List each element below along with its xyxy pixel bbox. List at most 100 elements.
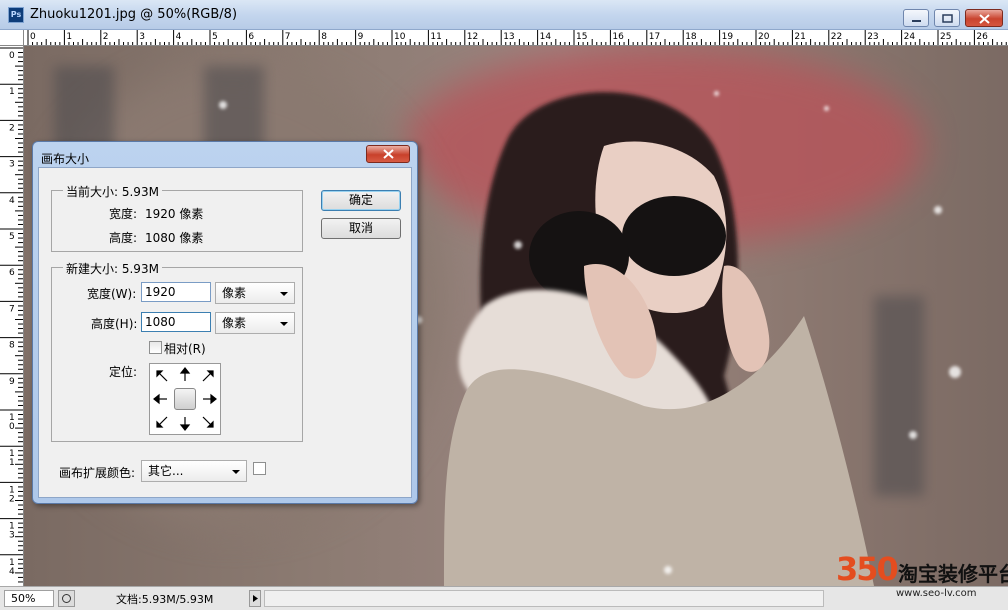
ruler-tick-label: 7 — [9, 304, 15, 314]
extension-color-swatch[interactable] — [253, 462, 266, 475]
ruler-tick-label: 25 — [940, 32, 951, 42]
ruler-tick-label: 7 — [285, 32, 291, 42]
canvas-size-dialog[interactable]: 画布大小 当前大小: 5.93M 宽度: 1920 像素 高度: 1080 像素… — [32, 141, 418, 504]
snowflake — [714, 91, 719, 96]
close-icon — [383, 149, 394, 159]
ruler-tick-label: 18 — [685, 32, 697, 42]
ruler-origin[interactable] — [0, 30, 24, 46]
restore-icon — [942, 14, 953, 23]
ruler-tick-label: 12 — [467, 32, 478, 42]
chevron-down-icon — [280, 322, 288, 326]
width-input[interactable]: 1920 — [141, 282, 211, 302]
ruler-tick-label: 15 — [576, 32, 587, 42]
ruler-tick-label: 14 — [540, 32, 552, 42]
new-size-legend: 新建大小: 5.93M — [63, 260, 162, 277]
restore-button[interactable] — [934, 9, 960, 27]
ruler-tick-label: 4 — [176, 32, 182, 42]
ruler-tick-label: 24 — [904, 32, 916, 42]
vertical-ruler[interactable]: 01234567891011121314 — [0, 30, 24, 586]
relative-checkbox[interactable] — [149, 341, 162, 354]
ruler-tick-label: 9 — [358, 32, 364, 42]
window-title-bar[interactable]: Ps Zhuoku1201.jpg @ 50%(RGB/8) — [0, 0, 1008, 30]
ruler-tick-label: 0 — [9, 51, 15, 61]
snowflake — [514, 241, 522, 249]
ruler-tick-label: 8 — [321, 32, 327, 42]
current-height-label: 高度: — [109, 231, 138, 245]
zoom-field[interactable]: 50% — [4, 590, 54, 607]
height-unit-value: 像素 — [222, 316, 247, 330]
ruler-tick-label: 3 — [139, 32, 145, 42]
canvas-extension-color-select[interactable]: 其它... — [141, 460, 247, 482]
watermark-text: 淘宝装修平台 — [898, 562, 1008, 586]
horizontal-ruler[interactable]: 0 1 2 3 4 5 6 7 8 9 10 11 12 13 14 15 16 17 18 19 20 21 22 23 24… — [24, 30, 1008, 46]
new-height-label: 高度(H): — [91, 317, 138, 331]
anchor-grid[interactable] — [149, 363, 221, 435]
window-title: Zhuoku1201.jpg @ 50%(RGB/8) — [30, 7, 238, 22]
snowflake — [664, 566, 672, 574]
ruler-tick-label: 1 — [9, 87, 15, 97]
width-unit-select[interactable]: 像素 — [215, 282, 295, 304]
ruler-tick-label: 3 — [9, 160, 15, 170]
ok-button[interactable]: 确定 — [321, 190, 401, 211]
current-height-value: 1080 像素 — [145, 231, 204, 245]
snowflake — [909, 431, 917, 439]
ruler-tick-label: 4 — [9, 196, 15, 206]
dialog-title: 画布大小 — [41, 152, 90, 166]
current-width-value: 1920 像素 — [145, 207, 204, 221]
height-input[interactable]: 1080 — [141, 312, 211, 332]
vertical-ruler-ticks: 01234567891011121314 — [0, 47, 23, 586]
ruler-tick-label: 5 — [9, 232, 15, 242]
anchor-center[interactable] — [174, 388, 196, 410]
ruler-tick-label: 4 — [9, 567, 15, 577]
watermark-url: www.seo-lv.com — [896, 588, 977, 599]
minimize-icon — [912, 20, 921, 22]
snowflake — [934, 206, 942, 214]
watermark-number: 350 — [836, 550, 899, 588]
ruler-tick-label: 5 — [212, 32, 218, 42]
minimize-button[interactable] — [903, 9, 929, 27]
cancel-button[interactable]: 取消 — [321, 218, 401, 239]
ruler-tick-label: 0 — [30, 32, 36, 42]
circle-icon — [62, 594, 71, 603]
ruler-tick-label: 6 — [248, 32, 254, 42]
status-info-menu-button[interactable] — [249, 590, 261, 607]
play-icon — [253, 595, 258, 602]
horizontal-ruler-ticks: 0 1 2 3 4 5 6 7 8 9 10 11 12 13 14 15 16 17 18 19 20 21 22 23 24… — [27, 30, 1007, 45]
ruler-tick-label: 19 — [722, 32, 734, 42]
snowflake — [219, 101, 227, 109]
close-button[interactable] — [965, 9, 1003, 27]
dialog-close-button[interactable] — [366, 145, 410, 163]
ruler-tick-label: 23 — [867, 32, 878, 42]
ruler-tick-label: 8 — [9, 341, 15, 351]
dialog-body: 当前大小: 5.93M 宽度: 1920 像素 高度: 1080 像素 新建大小… — [38, 167, 412, 498]
width-unit-value: 像素 — [222, 286, 247, 300]
status-menu-icon[interactable] — [58, 590, 75, 607]
ruler-tick-label: 1 — [66, 32, 72, 42]
watermark: 350 淘宝装修平台 www.seo-lv.com — [836, 548, 1008, 608]
photoshop-icon: Ps — [8, 7, 24, 23]
chevron-down-icon — [280, 292, 288, 296]
snowflake — [824, 106, 829, 111]
ruler-tick-label: 2 — [9, 123, 15, 133]
snowflake — [949, 366, 961, 378]
current-width-label: 宽度: — [109, 207, 138, 221]
anchor-label: 定位: — [109, 365, 138, 379]
new-width-label: 宽度(W): — [87, 287, 137, 301]
canvas-extension-color-label: 画布扩展颜色: — [59, 466, 136, 480]
ruler-tick-label: 13 — [503, 32, 514, 42]
ruler-tick-label: 20 — [758, 32, 770, 42]
ruler-tick-label: 17 — [649, 32, 660, 42]
ruler-tick-label: 2 — [103, 32, 109, 42]
ruler-tick-label: 1 — [9, 458, 15, 468]
ruler-tick-label: 2 — [9, 494, 15, 504]
relative-label[interactable]: 相对(R) — [164, 340, 206, 357]
document-size-info: 文档:5.93M/5.93M — [116, 593, 214, 606]
ruler-tick-label: 3 — [9, 531, 15, 541]
horizontal-scrollbar[interactable] — [264, 590, 824, 607]
ruler-tick-label: 16 — [612, 32, 624, 42]
height-unit-select[interactable]: 像素 — [215, 312, 295, 334]
ruler-tick-label: 9 — [9, 377, 15, 387]
ruler-tick-label: 10 — [394, 32, 406, 42]
chevron-down-icon — [232, 470, 240, 474]
ruler-tick-label: 26 — [976, 32, 988, 42]
